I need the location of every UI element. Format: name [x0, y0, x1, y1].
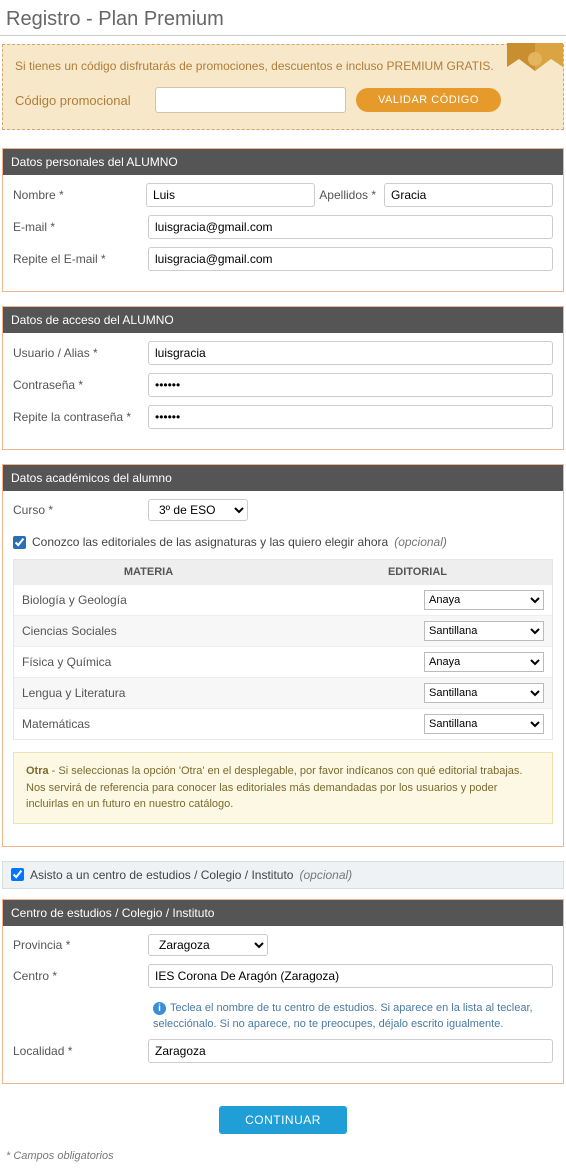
pass2-input[interactable] — [148, 405, 553, 429]
nombre-input[interactable] — [146, 183, 315, 207]
promo-code-input[interactable] — [155, 87, 346, 113]
access-section: Datos de acceso del ALUMNO Usuario / Ali… — [2, 306, 564, 450]
school-checkbox[interactable] — [11, 868, 24, 881]
subject-row: Biología y GeologíaAnaya — [14, 584, 552, 615]
optional-label: (opcional) — [299, 868, 352, 882]
subject-name: Física y Química — [22, 655, 424, 669]
academic-section: Datos académicos del alumno Curso * 3º d… — [2, 464, 564, 847]
editorial-select[interactable]: Santillana — [424, 714, 544, 734]
pass-label: Contraseña * — [13, 378, 148, 392]
note-text: - Si seleccionas la opción 'Otra' en el … — [26, 765, 522, 810]
academic-header: Datos académicos del alumno — [3, 465, 563, 491]
pass-input[interactable] — [148, 373, 553, 397]
email2-label: Repite el E-mail * — [13, 252, 148, 266]
email-input[interactable] — [148, 215, 553, 239]
promo-code-label: Código promocional — [15, 93, 145, 108]
subject-name: Biología y Geología — [22, 593, 424, 607]
subject-name: Matemáticas — [22, 717, 424, 731]
user-label: Usuario / Alias * — [13, 346, 148, 360]
note-box: Otra - Si seleccionas la opción 'Otra' e… — [13, 752, 553, 824]
subject-name: Lengua y Literatura — [22, 686, 424, 700]
promo-message: Si tienes un código disfrutarás de promo… — [15, 59, 551, 73]
page-title: Registro - Plan Premium — [0, 0, 566, 36]
editorial-select[interactable]: Santillana — [424, 683, 544, 703]
centro-input[interactable] — [148, 964, 553, 988]
centro-label: Centro * — [13, 969, 148, 983]
loc-input[interactable] — [148, 1039, 553, 1063]
ribbon-icon — [503, 39, 566, 89]
continuar-button[interactable]: CONTINUAR — [219, 1106, 347, 1134]
curso-select[interactable]: 3º de ESO — [148, 499, 248, 521]
info-icon: i — [153, 1002, 166, 1015]
editorials-check-label: Conozco las editoriales de las asignatur… — [32, 535, 388, 549]
editorial-select[interactable]: Anaya — [424, 590, 544, 610]
school-header: Centro de estudios / Colegio / Instituto — [3, 900, 563, 926]
subject-row: MatemáticasSantillana — [14, 708, 552, 739]
apellidos-input[interactable] — [384, 183, 553, 207]
editorial-select[interactable]: Anaya — [424, 652, 544, 672]
note-bold: Otra — [26, 765, 49, 777]
email-label: E-mail * — [13, 220, 148, 234]
user-input[interactable] — [148, 341, 553, 365]
school-check-label: Asisto a un centro de estudios / Colegio… — [30, 868, 293, 882]
personal-header: Datos personales del ALUMNO — [3, 149, 563, 175]
subject-name: Ciencias Sociales — [22, 624, 424, 638]
validate-code-button[interactable]: VALIDAR CÓDIGO — [356, 88, 501, 112]
editorials-checkbox[interactable] — [13, 536, 26, 549]
footnote: * Campos obligatorios — [0, 1148, 566, 1172]
col-materia: MATERIA — [14, 560, 283, 584]
access-header: Datos de acceso del ALUMNO — [3, 307, 563, 333]
curso-label: Curso * — [13, 503, 148, 517]
subjects-table: MATERIA EDITORIAL Biología y GeologíaAna… — [13, 559, 553, 740]
promo-box: Si tienes un código disfrutarás de promo… — [2, 44, 564, 130]
apellidos-label: Apellidos * — [315, 188, 384, 202]
school-section: Centro de estudios / Colegio / Instituto… — [2, 899, 564, 1084]
personal-section: Datos personales del ALUMNO Nombre * Ape… — [2, 148, 564, 292]
centro-hint: iTeclea el nombre de tu centro de estudi… — [13, 996, 553, 1039]
prov-select[interactable]: Zaragoza — [148, 934, 268, 956]
email2-input[interactable] — [148, 247, 553, 271]
optional-label: (opcional) — [394, 535, 447, 549]
col-editorial: EDITORIAL — [283, 560, 552, 584]
subject-row: Lengua y LiteraturaSantillana — [14, 677, 552, 708]
editorial-select[interactable]: Santillana — [424, 621, 544, 641]
subject-row: Ciencias SocialesSantillana — [14, 615, 552, 646]
prov-label: Provincia * — [13, 938, 148, 952]
loc-label: Localidad * — [13, 1044, 148, 1058]
school-check-bar: Asisto a un centro de estudios / Colegio… — [2, 861, 564, 889]
subject-row: Física y QuímicaAnaya — [14, 646, 552, 677]
nombre-label: Nombre * — [13, 188, 146, 202]
pass2-label: Repite la contraseña * — [13, 410, 148, 424]
